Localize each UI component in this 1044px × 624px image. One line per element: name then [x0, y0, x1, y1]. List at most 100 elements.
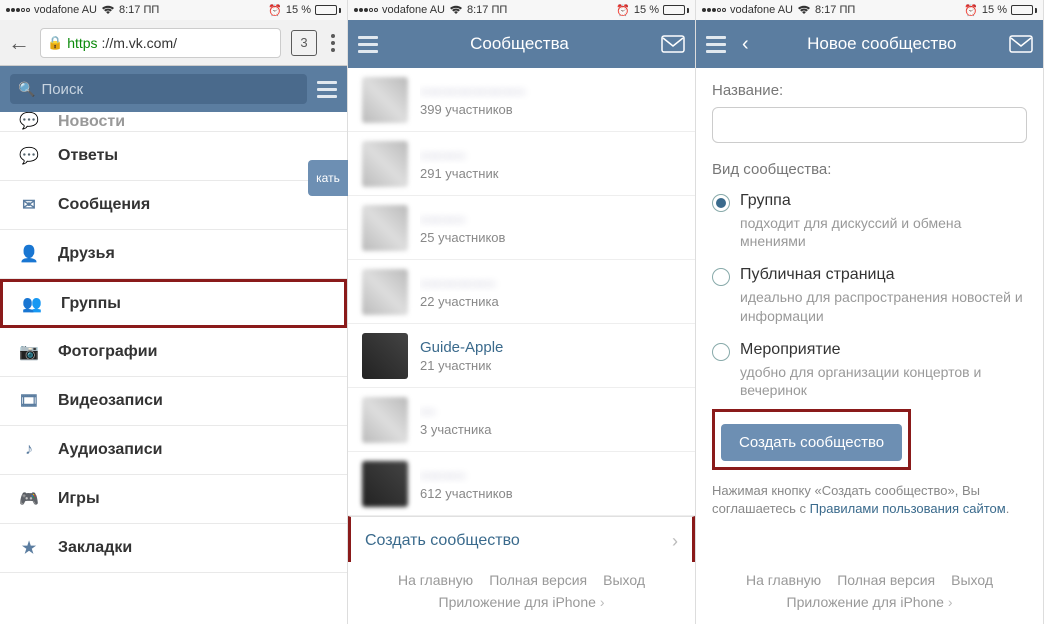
overflow-menu-icon[interactable]: [327, 34, 339, 52]
community-title: ———: [420, 147, 681, 164]
footer-exit[interactable]: Выход: [951, 572, 993, 588]
create-community-link[interactable]: Создать сообщество ›: [348, 516, 695, 562]
sidebar-item-friends[interactable]: 👤 Друзья: [0, 230, 347, 279]
music-icon: ♪: [18, 441, 40, 459]
battery-icon: [1011, 5, 1037, 15]
name-input[interactable]: [712, 107, 1027, 143]
community-subtitle: 399 участников: [420, 102, 681, 117]
community-title: Guide-Apple: [420, 339, 681, 356]
create-form: Название: Вид сообщества: Группа подходи…: [696, 68, 1043, 562]
radio-title: Мероприятие: [740, 341, 841, 359]
menu-label: Ответы: [58, 147, 118, 165]
radio-icon[interactable]: [712, 268, 730, 286]
status-bar: vodafone AU 8:17 ПП ⏰ 15 %: [0, 0, 347, 20]
wifi-icon: [797, 5, 811, 15]
community-subtitle: 21 участник: [420, 358, 681, 373]
hamburger-icon[interactable]: [317, 81, 337, 98]
radio-icon[interactable]: [712, 194, 730, 212]
mail-icon[interactable]: [661, 35, 685, 53]
pane-menu: vodafone AU 8:17 ПП ⏰ 15 % ← 🔒 https://m…: [0, 0, 348, 624]
sidebar-item-bookmarks[interactable]: ★ Закладки: [0, 524, 347, 573]
signal-icon: [6, 8, 30, 12]
footer-full[interactable]: Полная версия: [489, 572, 587, 588]
community-item[interactable]: ——— 612 участников: [348, 452, 695, 516]
community-item[interactable]: ——— 25 участников: [348, 196, 695, 260]
back-icon[interactable]: ‹: [736, 33, 755, 56]
community-list[interactable]: ——————— 399 участников ——— 291 участник …: [348, 68, 695, 562]
url-box[interactable]: 🔒 https://m.vk.com/: [40, 28, 281, 58]
community-item[interactable]: ——— 291 участник: [348, 132, 695, 196]
sidebar-item-games[interactable]: 🎮 Игры: [0, 475, 347, 524]
partial-button[interactable]: кать: [308, 160, 348, 196]
menu-label: Новости: [58, 113, 125, 131]
gamepad-icon: 🎮: [18, 489, 40, 509]
footer-exit[interactable]: Выход: [603, 572, 645, 588]
carrier-label: vodafone AU: [730, 4, 793, 16]
community-title: ———: [420, 211, 681, 228]
wifi-icon: [101, 5, 115, 15]
community-item[interactable]: ————— 22 участника: [348, 260, 695, 324]
alarm-icon: ⏰: [616, 4, 630, 17]
vk-header: Сообщества: [348, 20, 695, 68]
sidebar-item-messages[interactable]: ✉ Сообщения: [0, 181, 347, 230]
chat-icon: 💬: [18, 146, 40, 166]
wifi-icon: [449, 5, 463, 15]
radio-option-page[interactable]: Публичная страница: [712, 260, 1027, 288]
menu-label: Группы: [61, 295, 121, 313]
tab-count-button[interactable]: 3: [291, 30, 317, 56]
search-input[interactable]: 🔍 Поиск: [10, 74, 307, 104]
menu-label: Закладки: [58, 539, 132, 557]
sidebar-item-photos[interactable]: 📷 Фотографии: [0, 328, 347, 377]
sidebar-item-groups[interactable]: 👥 Группы: [0, 279, 347, 328]
chevron-right-icon: ›: [600, 594, 605, 610]
radio-option-event[interactable]: Мероприятие: [712, 335, 1027, 363]
radio-desc: удобно для организации концертов и вечер…: [740, 363, 1027, 399]
person-icon: 👤: [18, 244, 40, 264]
hamburger-icon[interactable]: [358, 36, 378, 53]
radio-icon[interactable]: [712, 343, 730, 361]
battery-pct: 15 %: [634, 4, 659, 16]
community-item[interactable]: — 3 участника: [348, 388, 695, 452]
radio-desc: подходит для дискуссий и обмена мнениями: [740, 214, 1027, 250]
type-label: Вид сообщества:: [712, 161, 1027, 178]
status-bar: vodafone AU 8:17 ПП ⏰ 15 %: [348, 0, 695, 20]
sidebar-item-audio[interactable]: ♪ Аудиозаписи: [0, 426, 347, 475]
battery-pct: 15 %: [286, 4, 311, 16]
search-placeholder: Поиск: [41, 81, 83, 98]
star-icon: ★: [18, 538, 40, 558]
time-label: 8:17 ПП: [467, 4, 507, 16]
avatar: [362, 333, 408, 379]
avatar: [362, 397, 408, 443]
sidebar-item-news[interactable]: 💬 Новости: [0, 112, 347, 132]
footer-home[interactable]: На главную: [398, 572, 473, 588]
hamburger-icon[interactable]: [706, 36, 726, 53]
sidebar-item-videos[interactable]: 🎞 Видеозаписи: [0, 377, 347, 426]
status-bar: vodafone AU 8:17 ПП ⏰ 15 %: [696, 0, 1043, 20]
lock-icon: 🔒: [47, 35, 63, 51]
vk-header: ‹ Новое сообщество: [696, 20, 1043, 68]
menu-label: Друзья: [58, 245, 115, 263]
back-icon[interactable]: ←: [8, 30, 30, 56]
footer-full[interactable]: Полная версия: [837, 572, 935, 588]
radio-desc: идеально для распространения новостей и …: [740, 288, 1027, 324]
carrier-label: vodafone AU: [382, 4, 445, 16]
avatar: [362, 205, 408, 251]
mail-icon[interactable]: [1009, 35, 1033, 53]
pane-create-community: vodafone AU 8:17 ПП ⏰ 15 % ‹ Новое сообщ…: [696, 0, 1044, 624]
community-title: ———: [420, 467, 681, 484]
community-item[interactable]: Guide-Apple 21 участник: [348, 324, 695, 388]
menu-label: Видеозаписи: [58, 392, 163, 410]
page-title: Сообщества: [388, 34, 651, 54]
sidebar-item-answers[interactable]: 💬 Ответы: [0, 132, 347, 181]
terms-link[interactable]: Правилами пользования сайтом: [810, 501, 1006, 516]
footer-app-link[interactable]: Приложение для iPhone ›: [696, 594, 1043, 610]
avatar: [362, 461, 408, 507]
radio-option-group[interactable]: Группа: [712, 186, 1027, 214]
footer: На главную Полная версия Выход Приложени…: [696, 562, 1043, 624]
footer-app-link[interactable]: Приложение для iPhone ›: [348, 594, 695, 610]
community-title: ———————: [420, 83, 681, 100]
create-community-button[interactable]: Создать сообщество: [721, 424, 902, 461]
radio-title: Публичная страница: [740, 266, 895, 284]
footer-home[interactable]: На главную: [746, 572, 821, 588]
community-item[interactable]: ——————— 399 участников: [348, 68, 695, 132]
